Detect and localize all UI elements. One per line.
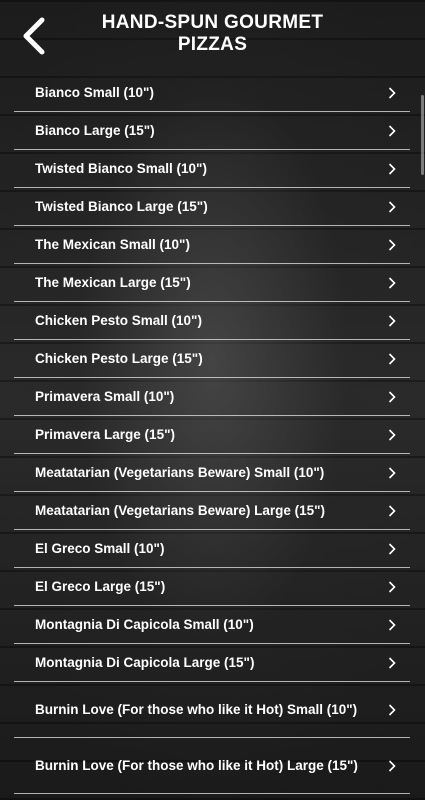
list-item[interactable]: El Greco Large (15"): [14, 568, 410, 606]
chevron-right-icon: [388, 200, 396, 213]
list-item-label: Twisted Bianco Small (10"): [35, 161, 207, 176]
back-button[interactable]: [18, 16, 52, 56]
chevron-right-icon: [388, 759, 396, 772]
chevron-right-icon: [388, 276, 396, 289]
list-item[interactable]: Montagnia Di Capicola Large (15"): [14, 644, 410, 682]
list-item[interactable]: El Greco Small (10"): [14, 530, 410, 568]
list-item[interactable]: Twisted Bianco Small (10"): [14, 150, 410, 188]
chevron-right-icon: [388, 580, 396, 593]
chevron-right-icon: [388, 656, 396, 669]
chevron-right-icon: [388, 352, 396, 365]
page-title-line1: HAND-SPUN GOURMET: [101, 12, 324, 33]
list-item-label: Meatatarian (Vegetarians Beware) Small (…: [35, 465, 325, 480]
list-item[interactable]: The Mexican Large (15"): [14, 264, 410, 302]
list-item-label: Burnin Love (For those who like it Hot) …: [35, 702, 358, 717]
list-item-label: Chicken Pesto Large (15"): [35, 351, 203, 366]
chevron-right-icon: [388, 618, 396, 631]
menu-list: Bianco Small (10") Bianco Large (15") Tw…: [14, 74, 410, 794]
list-item[interactable]: Chicken Pesto Small (10"): [14, 302, 410, 340]
list-item-label: Bianco Large (15"): [35, 123, 155, 138]
list-item[interactable]: Burnin Love (For those who like it Hot) …: [14, 738, 410, 794]
list-item[interactable]: Meatatarian (Vegetarians Beware) Small (…: [14, 454, 410, 492]
list-item-label: The Mexican Large (15"): [35, 275, 191, 290]
list-item[interactable]: The Mexican Small (10"): [14, 226, 410, 264]
list-item-label: Burnin Love (For those who like it Hot) …: [35, 758, 358, 773]
chevron-right-icon: [388, 466, 396, 479]
list-item-label: Twisted Bianco Large (15"): [35, 199, 208, 214]
list-item-label: Montagnia Di Capicola Large (15"): [35, 655, 255, 670]
list-item-label: Chicken Pesto Small (10"): [35, 313, 202, 328]
scrollbar[interactable]: [421, 95, 424, 175]
list-item[interactable]: Primavera Large (15"): [14, 416, 410, 454]
list-item[interactable]: Bianco Small (10"): [14, 74, 410, 112]
list-item-label: The Mexican Small (10"): [35, 237, 190, 252]
page-title-line2: PIZZAS: [177, 34, 248, 55]
chevron-right-icon: [388, 428, 396, 441]
list-item[interactable]: Bianco Large (15"): [14, 112, 410, 150]
list-item-label: Meatatarian (Vegetarians Beware) Large (…: [35, 503, 326, 518]
page-title: HAND-SPUN GOURMET PIZZAS: [70, 12, 355, 56]
list-item-label: Montagnia Di Capicola Small (10"): [35, 617, 254, 632]
chevron-right-icon: [388, 504, 396, 517]
list-item-label: Primavera Small (10"): [35, 389, 175, 404]
list-item[interactable]: Twisted Bianco Large (15"): [14, 188, 410, 226]
chevron-right-icon: [388, 124, 396, 137]
chevron-right-icon: [388, 238, 396, 251]
chevron-right-icon: [388, 86, 396, 99]
list-item[interactable]: Chicken Pesto Large (15"): [14, 340, 410, 378]
list-item[interactable]: Burnin Love (For those who like it Hot) …: [14, 682, 410, 738]
list-item[interactable]: Primavera Small (10"): [14, 378, 410, 416]
list-item[interactable]: Montagnia Di Capicola Small (10"): [14, 606, 410, 644]
chevron-right-icon: [388, 162, 396, 175]
list-item-label: El Greco Small (10"): [35, 541, 165, 556]
list-item-label: El Greco Large (15"): [35, 579, 166, 594]
chevron-left-icon: [23, 17, 45, 55]
chevron-right-icon: [388, 703, 396, 716]
chevron-right-icon: [388, 542, 396, 555]
chevron-right-icon: [388, 390, 396, 403]
list-item-label: Bianco Small (10"): [35, 85, 154, 100]
chevron-right-icon: [388, 314, 396, 327]
header: HAND-SPUN GOURMET PIZZAS: [0, 0, 425, 70]
list-item[interactable]: Meatatarian (Vegetarians Beware) Large (…: [14, 492, 410, 530]
list-item-label: Primavera Large (15"): [35, 427, 175, 442]
